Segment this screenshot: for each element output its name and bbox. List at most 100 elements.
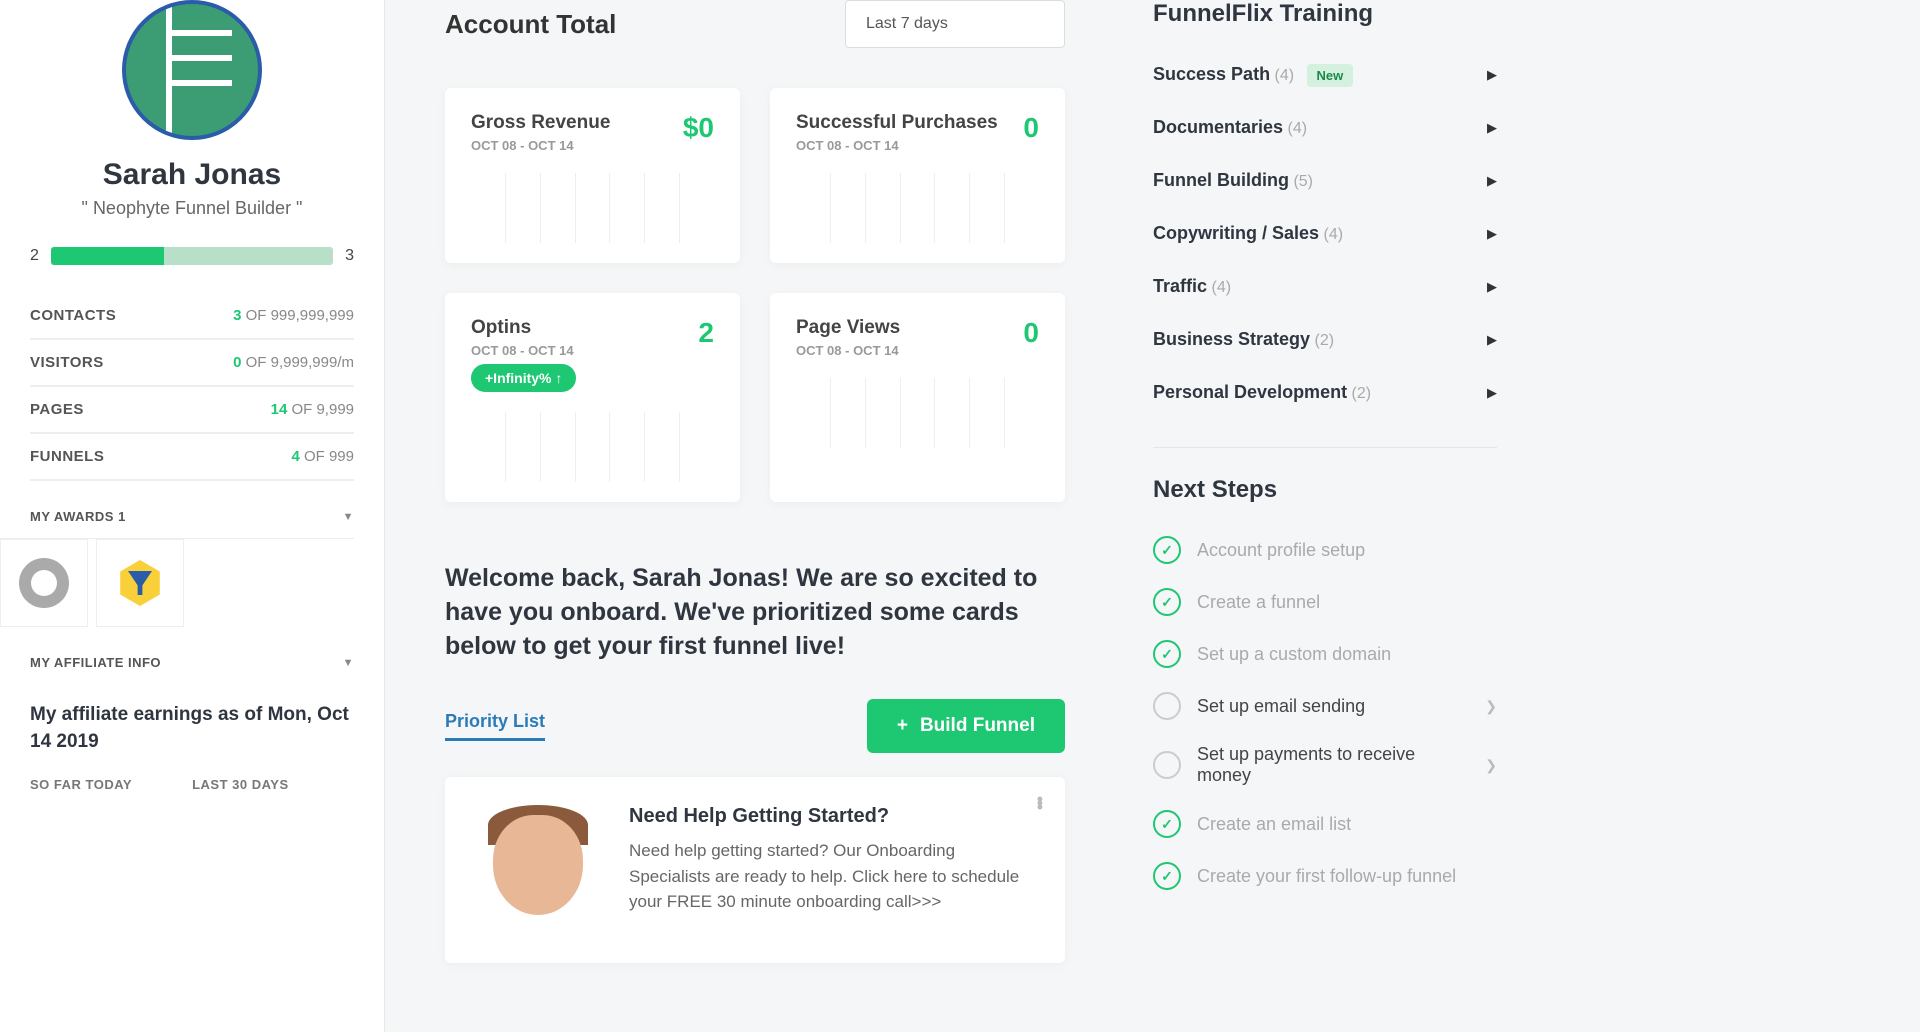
tabs-row: Priority List + Build Funnel [445,699,1065,753]
affiliate-header[interactable]: MY AFFILIATE INFO ▼ [30,627,354,684]
step-label: Create an email list [1197,814,1497,835]
training-label: Funnel Building [1153,170,1289,190]
funnel-badge-icon [117,560,163,606]
step-item[interactable]: ✓ Set up a custom domain [1153,628,1497,680]
stat-card[interactable]: Optins OCT 08 - OCT 14 +Infinity% ↑ 2 [445,293,740,502]
new-badge: New [1307,64,1354,87]
card-value: 0 [1023,112,1039,144]
gear-icon [19,558,69,608]
empty-circle-icon [1153,692,1181,720]
training-label: Copywriting / Sales [1153,223,1319,243]
stat-card[interactable]: Gross Revenue OCT 08 - OCT 14 $0 [445,88,740,263]
training-item[interactable]: Traffic (4) ▶ [1153,260,1497,313]
training-item[interactable]: Documentaries (4) ▶ [1153,101,1497,154]
step-label: Create your first follow-up funnel [1197,866,1497,887]
build-funnel-label: Build Funnel [920,715,1035,737]
build-funnel-button[interactable]: + Build Funnel [867,699,1065,753]
trend-badge: +Infinity% ↑ [471,364,576,392]
card-label: Optins [471,317,576,339]
page-title: Account Total [445,9,616,40]
training-count: (4) [1324,226,1344,243]
main-content: Account Total Last 7 days Gross Revenue … [385,0,1125,1032]
chevron-right-icon: ▶ [1487,173,1497,189]
stat-value: 0 OF 9,999,999/m [233,354,354,371]
stat-row: VISITORS 0 OF 9,999,999/m [30,340,354,387]
more-options-icon[interactable]: ••• [1037,797,1043,809]
training-title: FunnelFlix Training [1153,0,1497,28]
training-item[interactable]: Success Path (4) New ▶ [1153,48,1497,101]
check-circle-icon: ✓ [1153,536,1181,564]
chevron-right-icon: ▶ [1487,332,1497,348]
training-count: (4) [1288,120,1308,137]
plus-icon: + [897,715,908,737]
progress-fill [51,247,164,265]
step-item[interactable]: Set up payments to receive money ❯ [1153,732,1497,798]
step-item[interactable]: ✓ Create a funnel [1153,576,1497,628]
chevron-right-icon: ▶ [1487,279,1497,295]
stat-card[interactable]: Successful Purchases OCT 08 - OCT 14 0 [770,88,1065,263]
help-card-title: Need Help Getting Started? [629,805,1037,828]
training-count: (2) [1352,385,1372,402]
chevron-down-icon: ▼ [343,511,354,523]
stat-label: CONTACTS [30,307,116,324]
card-date: OCT 08 - OCT 14 [796,138,998,153]
award-slot[interactable] [0,539,88,627]
divider [1153,447,1497,448]
awards-header[interactable]: MY AWARDS 1 ▼ [30,481,354,538]
awards-grid [0,538,354,627]
next-steps-title: Next Steps [1153,476,1497,504]
training-count: (4) [1211,279,1231,296]
step-label: Create a funnel [1197,592,1497,613]
training-item[interactable]: Copywriting / Sales (4) ▶ [1153,207,1497,260]
step-item[interactable]: Set up email sending ❯ [1153,680,1497,732]
step-label: Set up payments to receive money [1197,744,1469,786]
profile-title: " Neophyte Funnel Builder " [30,198,354,219]
main-header: Account Total Last 7 days [445,0,1065,48]
tab-priority-list[interactable]: Priority List [445,711,545,741]
training-item[interactable]: Personal Development (2) ▶ [1153,366,1497,419]
check-circle-icon: ✓ [1153,640,1181,668]
card-value: 2 [698,317,714,349]
stats-cards: Gross Revenue OCT 08 - OCT 14 $0 Success… [445,88,1065,502]
award-slot[interactable] [96,539,184,627]
step-item[interactable]: ✓ Account profile setup [1153,524,1497,576]
affiliate-columns: SO FAR TODAY LAST 30 DAYS [30,777,354,792]
chevron-right-icon: ❯ [1485,757,1497,774]
step-item[interactable]: ✓ Create your first follow-up funnel [1153,850,1497,902]
step-label: Set up email sending [1197,696,1469,717]
date-range-select[interactable]: Last 7 days [845,0,1065,48]
check-circle-icon: ✓ [1153,810,1181,838]
step-item[interactable]: ✓ Create an email list [1153,798,1497,850]
avatar[interactable] [122,0,262,140]
training-count: (2) [1315,332,1335,349]
training-item[interactable]: Funnel Building (5) ▶ [1153,154,1497,207]
affiliate-heading: My affiliate earnings as of Mon, Oct 14 … [30,702,354,755]
stat-row: CONTACTS 3 OF 999,999,999 [30,293,354,340]
welcome-message: Welcome back, Sarah Jonas! We are so exc… [445,562,1065,663]
card-value: 0 [1023,317,1039,349]
level-to: 3 [345,247,354,265]
training-count: (5) [1293,173,1313,190]
right-panel: FunnelFlix Training Success Path (4) New… [1125,0,1525,1032]
help-card[interactable]: ••• Need Help Getting Started? Need help… [445,777,1065,963]
stat-value: 4 OF 999 [291,448,354,465]
stat-row: FUNNELS 4 OF 999 [30,434,354,481]
training-label: Traffic [1153,276,1207,296]
chevron-right-icon: ▶ [1487,67,1497,83]
stat-row: PAGES 14 OF 9,999 [30,387,354,434]
card-label: Gross Revenue [471,112,610,134]
sparkline [471,412,714,482]
chevron-right-icon: ▶ [1487,120,1497,136]
card-label: Successful Purchases [796,112,998,134]
sparkline [796,378,1039,448]
training-item[interactable]: Business Strategy (2) ▶ [1153,313,1497,366]
stat-card[interactable]: Page Views OCT 08 - OCT 14 0 [770,293,1065,502]
card-date: OCT 08 - OCT 14 [471,138,610,153]
profile-block: Sarah Jonas " Neophyte Funnel Builder " [30,0,354,219]
card-value: $0 [683,112,714,144]
sparkline [796,173,1039,243]
profile-name: Sarah Jonas [30,158,354,192]
empty-circle-icon [1153,751,1181,779]
card-label: Page Views [796,317,900,339]
support-avatar-icon [473,805,603,935]
